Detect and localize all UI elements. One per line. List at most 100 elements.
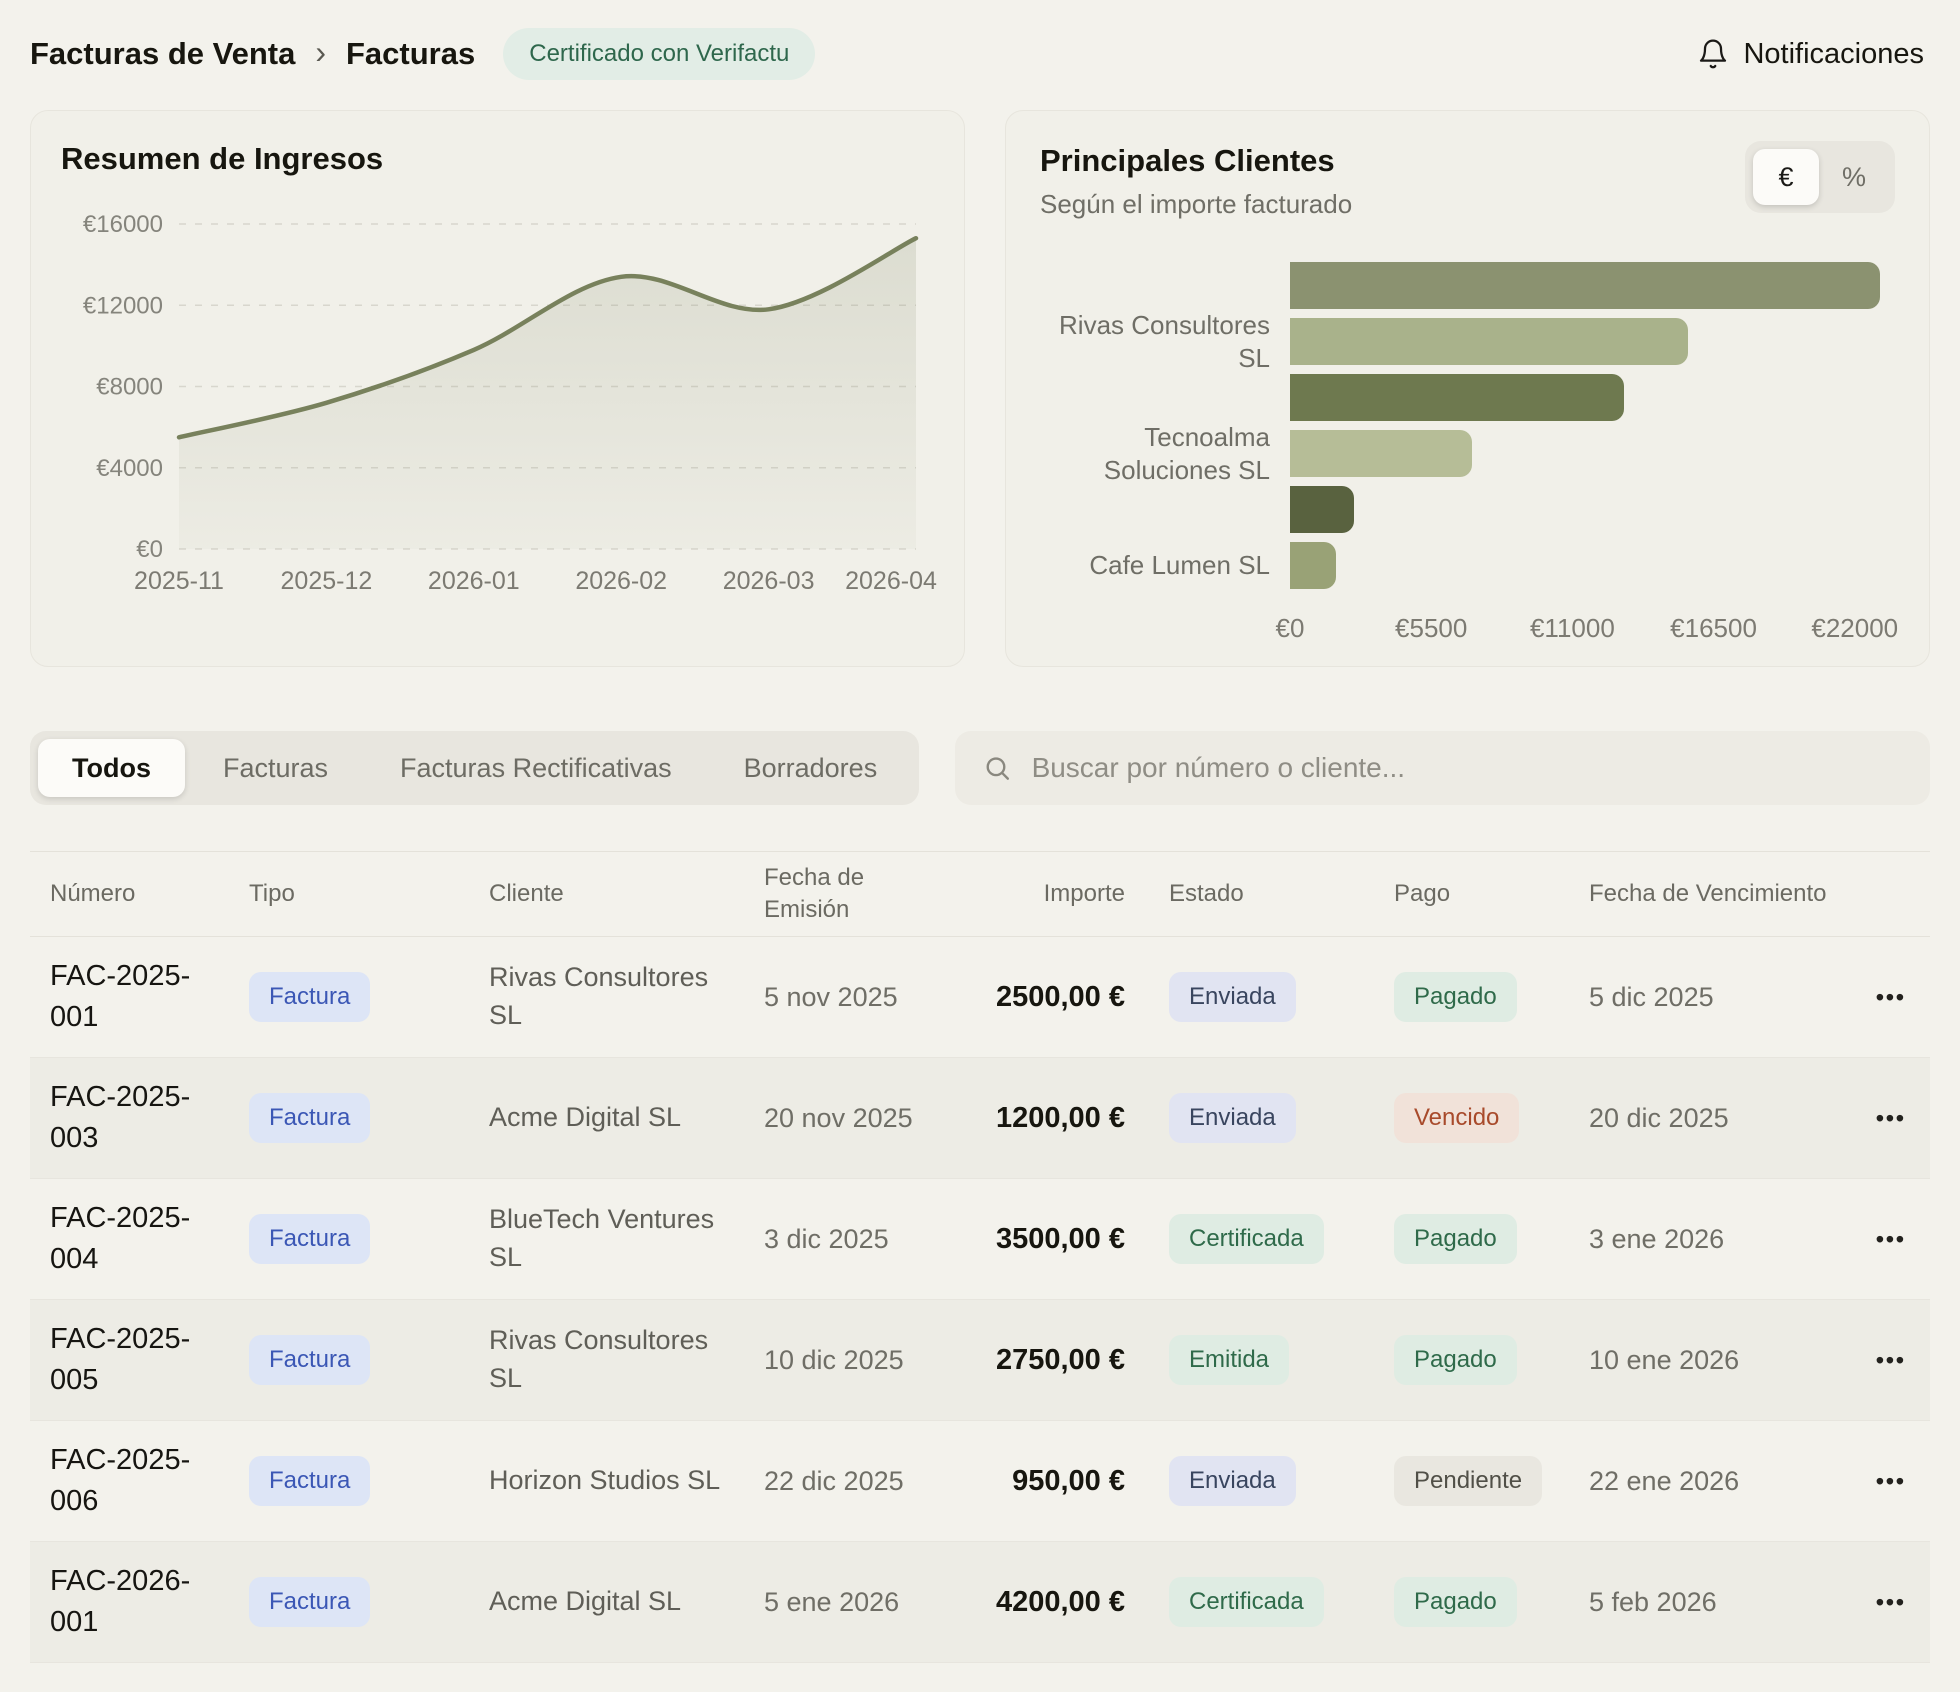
tab-facturas[interactable]: Facturas [189,739,362,797]
invoice-type-cell: Factura [225,1456,465,1506]
row-actions-button[interactable]: ••• [1835,1347,1910,1374]
table-row[interactable]: FAC-2025-006 Factura Horizon Studios SL … [30,1421,1930,1542]
payment-badge: Pendiente [1394,1456,1543,1506]
status-badge: Enviada [1169,1093,1296,1143]
invoice-type-cell: Factura [225,1577,465,1627]
client-name: Rivas Consultores SL [489,962,709,1030]
bar-client-label: Tecnoalma Soluciones SL [1103,422,1270,485]
payment-cell: Pagado [1370,972,1565,1022]
payment-cell: Pagado [1370,1335,1565,1385]
bar-axis-tick: €16500 [1670,613,1757,643]
bar-chart-row: Rivas Consultores SL [1040,310,1883,373]
column-header-importe: Importe [1043,879,1125,907]
type-badge: Factura [249,1577,371,1627]
column-header-fecha-emision: Fecha de Emisión [764,863,865,923]
status-cell: Certificada [1145,1214,1370,1264]
client-bar [1290,542,1337,589]
chevron-right-icon: › [315,33,326,70]
tab-todos[interactable]: Todos [38,739,185,797]
status-badge: Certificada [1169,1214,1324,1264]
amount: 950,00 € [1012,1464,1125,1497]
svg-text:2026-02: 2026-02 [575,567,667,595]
tab-borradores[interactable]: Borradores [710,739,912,797]
unit-toggle: € % [1745,141,1895,213]
payment-cell: Pagado [1370,1214,1565,1264]
amount: 1200,00 € [995,1101,1125,1134]
invoice-type-cell: Factura [225,1093,465,1143]
table-body: FAC-2025-001 Factura Rivas Consultores S… [30,937,1930,1663]
table-header-row: Número Tipo Cliente Fecha de Emisión Imp… [30,851,1930,937]
column-header-estado: Estado [1169,879,1244,907]
due-date: 10 ene 2026 [1589,1344,1740,1375]
search-input[interactable] [1029,751,1902,785]
toggle-euro-button[interactable]: € [1753,149,1819,205]
due-date: 3 ene 2026 [1589,1223,1725,1254]
status-cell: Certificada [1145,1577,1370,1627]
bar-client-label: Rivas Consultores SL [1059,310,1270,373]
type-badge: Factura [249,1335,371,1385]
svg-text:2026-04: 2026-04 [845,567,937,595]
bar-chart-row [1040,262,1883,309]
svg-text:€12000: €12000 [83,292,163,319]
notifications-label: Notificaciones [1743,37,1924,70]
issue-date: 5 ene 2026 [764,1586,900,1617]
row-actions-button[interactable]: ••• [1835,1105,1910,1132]
issue-date: 10 dic 2025 [764,1344,904,1375]
revenue-summary-card: Resumen de Ingresos €0 €4000 €8000 €12000 €1… [30,110,965,667]
invoice-number: FAC-2025-003 [50,1081,191,1154]
svg-text:2025-12: 2025-12 [281,567,373,595]
payment-cell: Pagado [1370,1577,1565,1627]
bar-chart-row [1040,486,1883,533]
type-badge: Factura [249,972,371,1022]
invoice-type-cell: Factura [225,1335,465,1385]
bar-axis-tick: €5500 [1395,613,1468,643]
table-row[interactable]: FAC-2025-001 Factura Rivas Consultores S… [30,937,1930,1058]
row-actions-button[interactable]: ••• [1835,1226,1910,1253]
type-badge: Factura [249,1093,371,1143]
tab-facturas-rectificativas[interactable]: Facturas Rectificativas [366,739,706,797]
table-row[interactable]: FAC-2025-005 Factura Rivas Consultores S… [30,1300,1930,1421]
amount: 4200,00 € [995,1585,1125,1618]
invoice-number: FAC-2026-001 [50,1565,191,1638]
table-row[interactable]: FAC-2025-004 Factura BlueTech Ventures S… [30,1179,1930,1300]
svg-text:2025-11: 2025-11 [134,567,224,595]
status-cell: Enviada [1145,972,1370,1022]
status-badge: Emitida [1169,1335,1290,1385]
issue-date: 20 nov 2025 [764,1102,913,1133]
table-row[interactable]: FAC-2025-003 Factura Acme Digital SL 20 … [30,1058,1930,1179]
invoice-number: FAC-2025-001 [50,960,191,1033]
client-bar [1290,486,1355,533]
notifications-button[interactable]: Notificaciones [1697,38,1924,71]
invoice-number: FAC-2025-004 [50,1202,191,1275]
revenue-card-title: Resumen de Ingresos [61,141,384,176]
breadcrumb: Facturas de Venta › Facturas Certificado… [30,28,816,80]
search-icon [986,757,1010,780]
status-badge: Enviada [1169,972,1296,1022]
due-date: 5 feb 2026 [1589,1586,1717,1617]
status-cell: Enviada [1145,1456,1370,1506]
breadcrumb-parent[interactable]: Facturas de Venta [30,36,295,72]
row-actions-button[interactable]: ••• [1835,1468,1910,1495]
row-actions-button[interactable]: ••• [1835,984,1910,1011]
svg-text:€4000: €4000 [96,455,163,482]
table-row[interactable]: FAC-2026-001 Factura Acme Digital SL 5 e… [30,1542,1930,1663]
client-bar [1290,430,1473,477]
client-name: Acme Digital SL [489,1102,682,1133]
client-name: Horizon Studios SL [489,1465,721,1496]
bar-axis-tick: €0 [1275,613,1305,643]
payment-badge: Vencido [1394,1093,1520,1143]
payment-badge: Pagado [1394,972,1517,1022]
toggle-percent-button[interactable]: % [1821,149,1887,205]
breadcrumb-current[interactable]: Facturas [346,36,475,72]
bar-axis-tick: €11000 [1529,613,1615,643]
bar-chart-row [1040,374,1883,421]
charts-section: Resumen de Ingresos €0 €4000 €8000 €12000 €1… [0,110,1960,667]
search-bar[interactable] [955,731,1930,805]
column-header-tipo: Tipo [249,879,295,907]
type-badge: Factura [249,1214,371,1264]
row-actions-button[interactable]: ••• [1835,1589,1910,1616]
payment-cell: Pendiente [1370,1456,1565,1506]
invoice-type-cell: Factura [225,972,465,1022]
bar-chart-x-axis: €0 €5500 €11000 €16500 €22000 [1040,613,1899,649]
svg-text:€0: €0 [136,536,163,563]
